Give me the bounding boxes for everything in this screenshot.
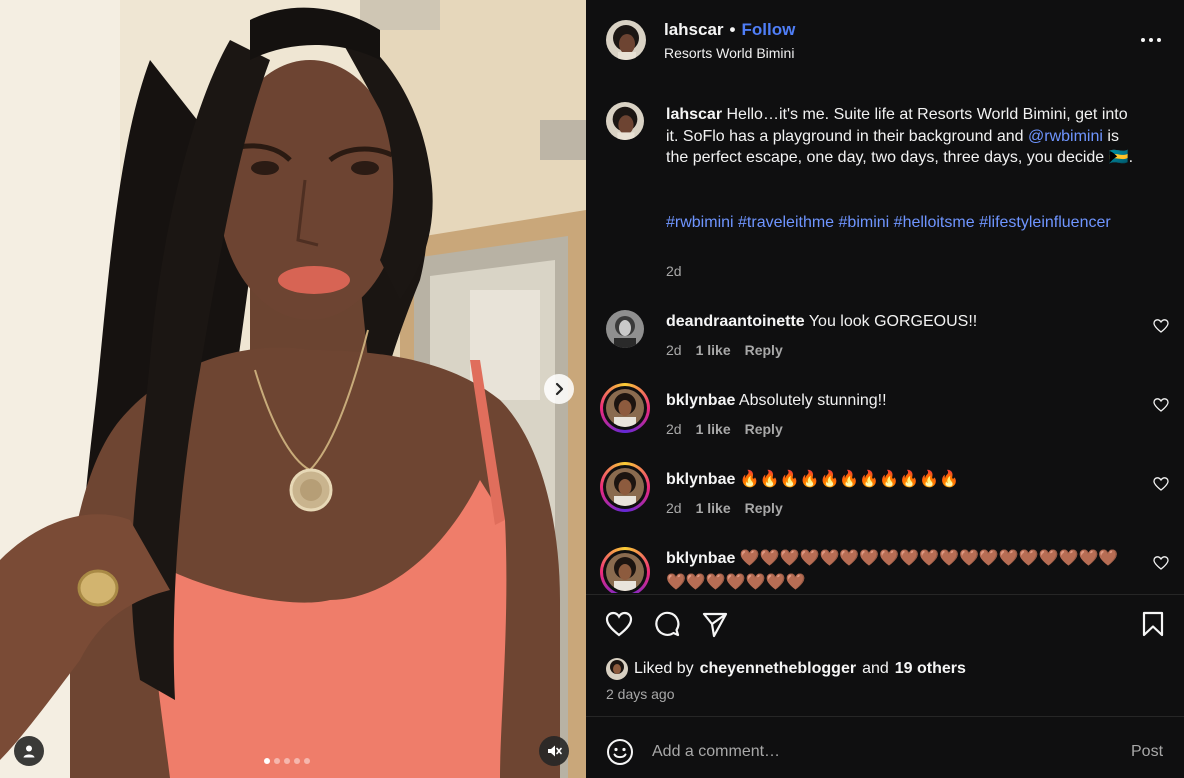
author-avatar[interactable] [606,20,646,60]
post-timestamp[interactable]: 2 days ago [606,686,675,702]
comment-time[interactable]: 2d [666,500,682,516]
comment-likes[interactable]: 1 like [696,500,731,516]
like-comment-heart-icon[interactable] [1153,555,1169,571]
post-header: lahscar • Follow Resorts World Bimini [586,0,1184,84]
mention-link[interactable]: @rwbimini [1028,128,1103,145]
carousel-dot [294,758,300,764]
comment-item: bklynbae Absolutely stunning!! 2d 1 like… [586,383,1184,459]
comment-text: deandraantoinette You look GORGEOUS!! [666,310,1136,334]
comment-time[interactable]: 2d [666,342,682,358]
comment-username[interactable]: bklynbae [666,550,735,567]
caption-timestamp[interactable]: 2d [666,263,682,279]
chevron-right-icon [555,382,564,396]
speaker-muted-icon [548,745,562,757]
reply-button[interactable]: Reply [745,342,783,358]
hashtag-link[interactable]: #traveleithme [738,214,834,231]
comment-text: bklynbae 🔥🔥🔥🔥🔥🔥🔥🔥🔥🔥🔥 [666,468,1136,492]
like-heart-icon[interactable] [604,609,634,639]
post-side-panel: lahscar • Follow Resorts World Bimini lahs… [586,0,1184,778]
post-media[interactable] [0,0,586,778]
comment-meta: 2d 1 like Reply [666,421,783,437]
comment-item: bklynbae 🔥🔥🔥🔥🔥🔥🔥🔥🔥🔥🔥 2d 1 like Reply [586,462,1184,538]
post-location[interactable]: Resorts World Bimini [664,45,794,61]
more-options-button[interactable] [1138,30,1164,50]
reply-button[interactable]: Reply [745,500,783,516]
like-comment-heart-icon[interactable] [1153,318,1169,334]
separator-dot: • [729,20,736,39]
comment-body: Absolutely stunning!! [738,392,887,409]
commenter-avatar[interactable] [606,310,644,348]
like-comment-heart-icon[interactable] [1153,476,1169,492]
story-ring-avatar[interactable] [600,547,650,593]
likes-and: and [862,660,889,677]
comment-text: bklynbae 🤎🤎🤎🤎🤎🤎🤎🤎🤎🤎🤎🤎🤎🤎🤎🤎🤎🤎🤎🤎🤎🤎🤎🤎🤎🤎 [666,547,1136,593]
carousel-dot [264,758,270,764]
comment-meta: 2d 1 like Reply [666,500,783,516]
carousel-indicator [264,758,310,764]
comment-time[interactable]: 2d [666,421,682,437]
post-action-bar [586,594,1184,646]
user-icon [23,745,35,758]
likes-prefix: Liked by [634,660,694,677]
more-horizontal-icon [1141,38,1161,42]
hashtag-list: #rwbimini #traveleithme #bimini #helloit… [666,212,1136,234]
author-username[interactable]: lahscar [664,20,724,39]
reply-button[interactable]: Reply [745,421,783,437]
add-comment-bar: Post [586,716,1184,778]
next-slide-button[interactable] [544,374,574,404]
comment-meta: 2d 1 like Reply [666,342,783,358]
story-ring-avatar[interactable] [600,462,650,512]
post-photo [0,0,586,778]
comment-body: 🔥🔥🔥🔥🔥🔥🔥🔥🔥🔥🔥 [739,471,959,488]
hashtag-link[interactable]: #helloitsme [894,214,975,231]
caption-author-avatar[interactable] [606,102,644,140]
mute-button[interactable] [539,736,569,766]
post-comment-button[interactable]: Post [1131,743,1163,761]
carousel-dot [274,758,280,764]
comment-text: bklynbae Absolutely stunning!! [666,389,1136,413]
liker-avatar[interactable] [606,658,628,680]
comment-bubble-icon[interactable] [652,609,682,639]
carousel-dot [304,758,310,764]
follow-button[interactable]: Follow [742,20,796,39]
emoji-icon[interactable] [606,738,634,766]
comment-username[interactable]: bklynbae [666,471,735,488]
likes-others-link[interactable]: 19 others [895,660,966,678]
comment-likes[interactable]: 1 like [696,421,731,437]
hashtag-link[interactable]: #lifestyleinfluencer [979,214,1111,231]
caption-username[interactable]: lahscar [666,106,722,123]
likes-summary: Liked by cheyennetheblogger and 19 other… [606,658,966,680]
liker-username[interactable]: cheyennetheblogger [700,660,856,678]
header-title-line: lahscar • Follow [664,20,795,40]
caption-text: lahscar Hello…it's me. Suite life at Res… [666,104,1136,169]
comment-item: deandraantoinette You look GORGEOUS!! 2d… [586,310,1184,380]
carousel-dot [284,758,290,764]
hashtag-link[interactable]: #bimini [839,214,890,231]
comment-username[interactable]: deandraantoinette [666,313,805,330]
like-comment-heart-icon[interactable] [1153,397,1169,413]
bookmark-icon[interactable] [1138,609,1168,639]
hashtag-link[interactable]: #rwbimini [666,214,734,231]
tagged-users-button[interactable] [14,736,44,766]
share-send-icon[interactable] [700,609,730,639]
comment-username[interactable]: bklynbae [666,392,735,409]
comment-item: bklynbae 🤎🤎🤎🤎🤎🤎🤎🤎🤎🤎🤎🤎🤎🤎🤎🤎🤎🤎🤎🤎🤎🤎🤎🤎🤎🤎 [586,547,1184,593]
comment-input[interactable] [652,739,1092,765]
story-ring-avatar[interactable] [600,383,650,433]
comment-body: You look GORGEOUS!! [808,313,978,330]
comment-likes[interactable]: 1 like [696,342,731,358]
